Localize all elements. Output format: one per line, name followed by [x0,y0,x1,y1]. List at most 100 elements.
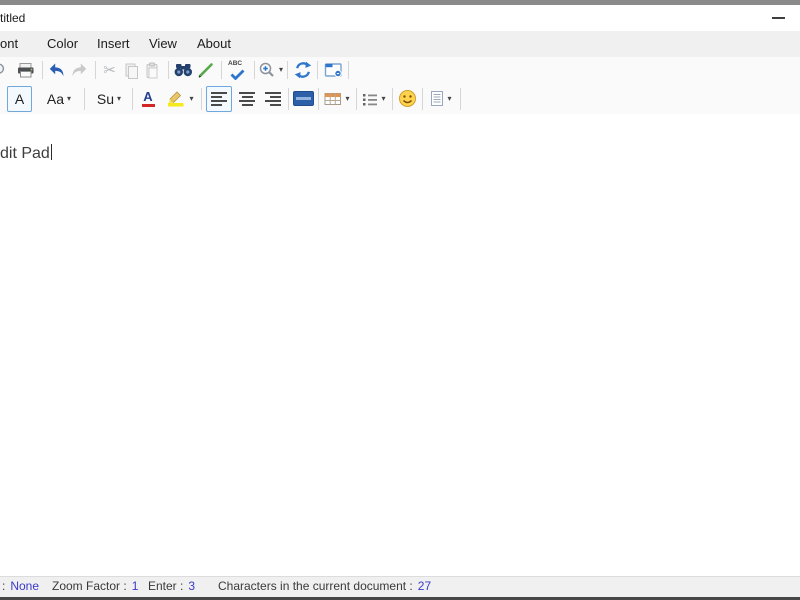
status-char-count: Characters in the current document :27 [218,579,432,593]
copy-icon [125,63,138,79]
redo-button[interactable] [69,58,89,82]
undo-button[interactable] [47,58,67,82]
paste-icon [146,62,157,78]
minimize-icon [771,17,785,19]
status-enter-count: Enter :3 [148,579,196,593]
cut-icon: ✂ [103,62,116,79]
toolbar-separator [356,87,357,110]
toolbar-separator [254,61,255,79]
status-char-value: 27 [417,579,432,593]
zoom-button[interactable]: ▾ [258,58,283,82]
page-icon [431,91,444,106]
cut-button[interactable]: ✂ [100,58,119,82]
align-center-button[interactable] [235,86,259,112]
new-window-icon [324,63,342,78]
toolbar-separator [348,61,350,79]
chevron-down-icon: ▾ [279,65,284,74]
align-center-icon [239,91,255,106]
document-text: dit Pad [0,145,50,162]
list-button[interactable]: ▾ [359,86,389,112]
paste-button[interactable] [142,58,161,82]
toolbar-separator [318,87,319,110]
statusbar: : None Zoom Factor :1 Enter :3 Characters… [0,576,800,597]
print-button[interactable] [16,58,36,82]
editor-area[interactable]: dit Pad [0,114,800,577]
status-zoom-factor: Zoom Factor :1 [52,579,139,593]
document-text-line: dit Pad [0,144,53,163]
chevron-down-icon: ▾ [381,93,386,103]
su-button[interactable]: Su ▾ [91,86,127,112]
copy-button[interactable] [121,58,140,82]
panel-icon [292,91,314,106]
chevron-down-icon: ▾ [189,93,194,103]
find-button[interactable] [173,58,194,82]
toolbar-separator [42,61,43,79]
print-preview-button[interactable] [0,58,7,82]
toolbar-separator [288,87,289,110]
undo-icon [49,63,64,77]
toolbar-separator [221,61,222,79]
case-label: Aa [46,90,65,107]
font-color-button[interactable]: A [137,86,159,112]
page-style-button[interactable]: ▾ [425,86,457,112]
menu-view[interactable]: View [140,31,186,57]
text-caret [50,144,53,160]
toolbar-separator [132,87,133,110]
find-icon [174,64,192,77]
menu-font[interactable]: ont [0,31,27,57]
window-title: titled [0,11,26,25]
spell-check-button[interactable]: ABC [226,58,248,82]
toolbar-separator [84,87,85,110]
menu-about[interactable]: About [188,31,240,57]
zoom-icon [259,62,274,77]
chevron-down-icon: ▾ [67,93,72,103]
titlebar[interactable]: titled [0,5,800,31]
table-button[interactable]: ▾ [321,86,353,112]
smiley-icon [398,90,416,107]
toolbar-separator [460,87,461,110]
panel-button[interactable] [291,86,315,112]
toolbar-separator [287,61,289,79]
toolbar-separator [392,87,393,110]
toolbar-format: A Aa ▾ Su ▾ A ▾ ▾ ▾ ▾ [0,83,800,115]
refresh-icon [294,61,311,79]
chevron-down-icon: ▾ [345,93,350,103]
print-preview-icon [0,63,5,74]
toolbar-separator [317,61,319,79]
highlighter-icon [168,91,184,107]
redo-icon [72,63,87,77]
status-enter-value: 3 [188,579,196,593]
highlight-button[interactable]: ▾ [163,86,197,112]
status-zoom-value: 1 [131,579,139,593]
refresh-button[interactable] [293,58,312,82]
new-window-button[interactable] [323,58,343,82]
status-selection-value: None [10,579,40,593]
case-button[interactable]: Aa ▾ [40,86,78,112]
toolbar-main: ✂ ABC ▾ [0,57,800,83]
su-label: Su [96,90,115,107]
toolbar-separator [422,87,423,110]
align-right-button[interactable] [261,86,285,112]
check-icon [230,69,245,80]
list-icon [363,93,378,105]
minimize-button[interactable] [762,5,794,31]
app-window: titled ont Color Insert View About ✂ ABC… [0,0,800,600]
align-left-button[interactable] [206,85,232,112]
pen-icon [198,63,213,78]
edit-pen-button[interactable] [197,58,215,82]
toolbar-separator [95,61,96,79]
menu-insert[interactable]: Insert [88,31,139,57]
status-selection: : None [2,579,40,593]
spell-check-icon: ABC [226,60,248,80]
toolbar-separator [201,87,202,110]
align-left-icon [211,91,227,106]
chevron-down-icon: ▾ [117,93,122,103]
menu-color[interactable]: Color [38,31,87,57]
smiley-button[interactable] [395,86,419,112]
menubar: ont Color Insert View About [0,31,800,57]
toolbar-separator [168,61,169,79]
print-icon [18,63,34,78]
font-button[interactable]: A [7,85,32,112]
chevron-down-icon: ▾ [447,93,452,103]
font-color-icon: A [141,90,155,107]
